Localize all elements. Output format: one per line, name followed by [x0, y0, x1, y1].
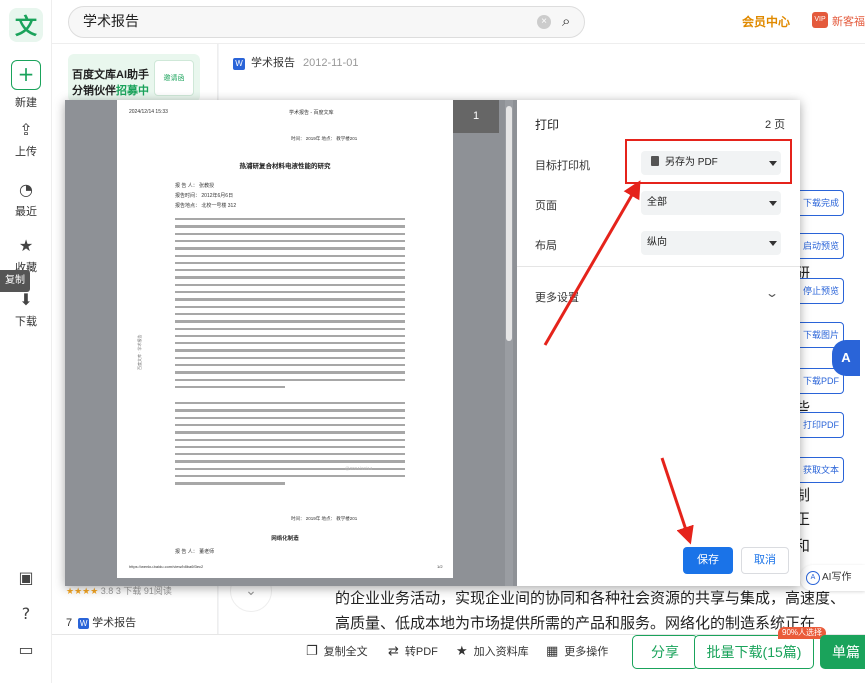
annotation-arrows — [543, 180, 694, 545]
arrow-to-save — [660, 457, 694, 545]
arrow-to-printer — [543, 180, 641, 346]
